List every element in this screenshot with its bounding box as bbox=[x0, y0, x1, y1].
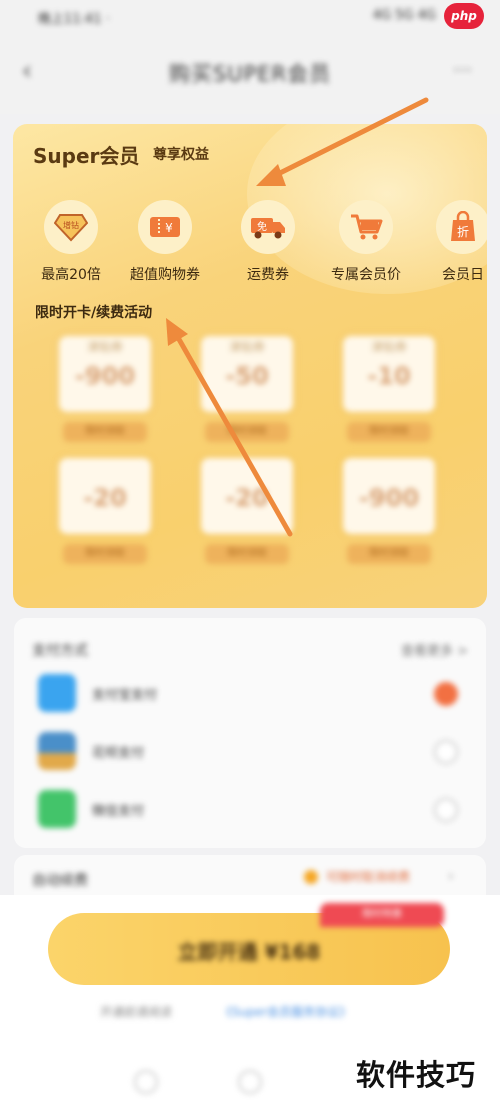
annotation-arrows bbox=[166, 97, 429, 537]
arrow-to-promo-section bbox=[166, 318, 293, 537]
arrow-to-shipping-coupon bbox=[256, 97, 429, 186]
